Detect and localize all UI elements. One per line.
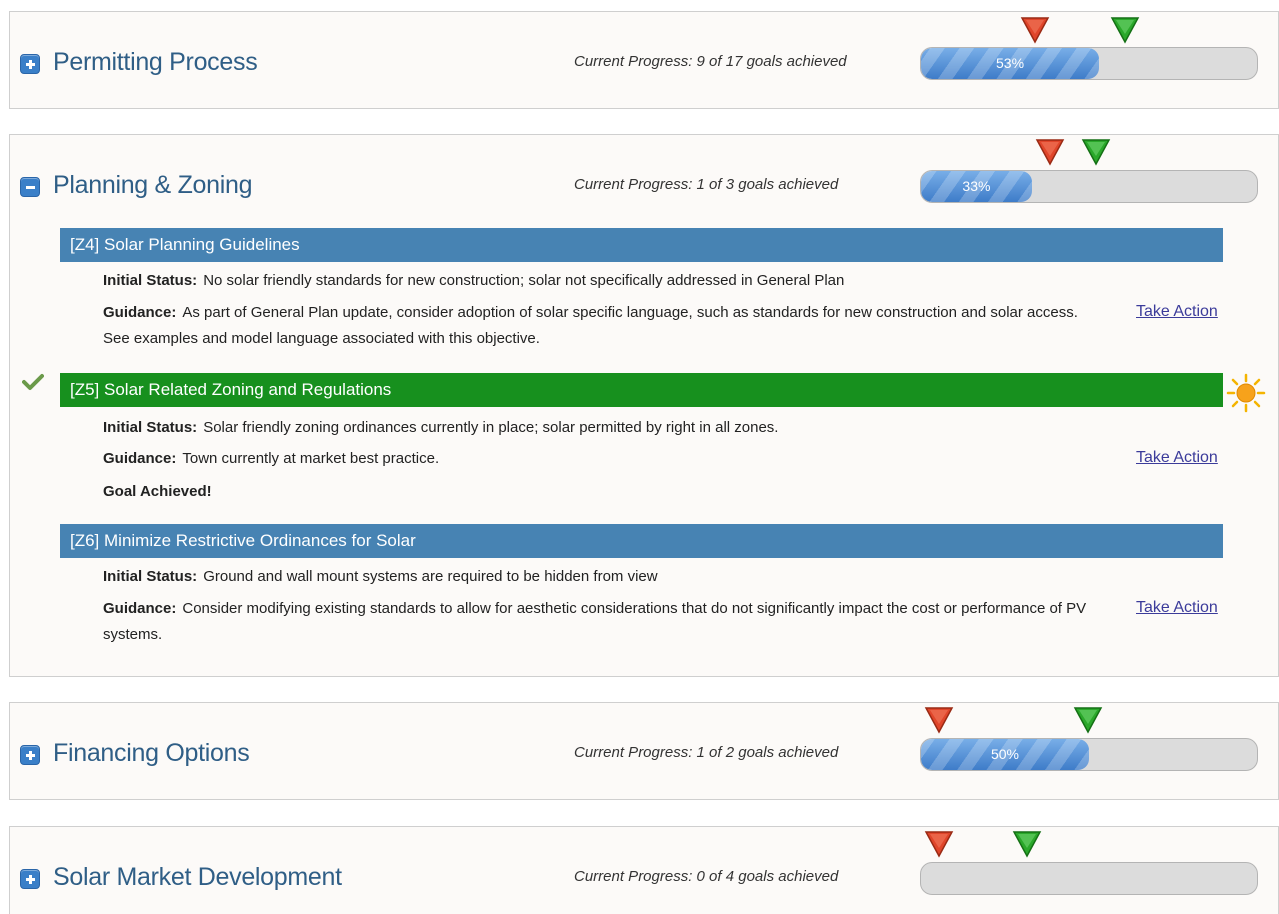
initial-status-text: Ground and wall mount systems are requir… <box>203 568 658 585</box>
initial-status: Initial Status: No solar friendly standar… <box>103 268 1093 294</box>
green-triangle-marker-icon <box>1073 707 1103 734</box>
take-action-link[interactable]: Take Action <box>1136 449 1218 467</box>
section-planning-zoning: Planning & Zoning Current Progress: 1 of… <box>9 134 1279 677</box>
progress-bar: 53% <box>920 47 1258 80</box>
objective-header-z4[interactable]: [Z4] Solar Planning Guidelines <box>60 228 1223 262</box>
green-triangle-marker-icon <box>1012 831 1042 858</box>
initial-status: Initial Status: Solar friendly zoning ord… <box>103 415 1093 441</box>
progress-text: Current Progress: 1 of 2 goals achieved <box>574 744 839 761</box>
section-header[interactable]: Solar Market Development Current Progres… <box>10 827 1278 914</box>
progress-bar: 33% <box>920 170 1258 203</box>
guidance: Guidance: Consider modifying existing sta… <box>103 596 1093 648</box>
section-title[interactable]: Permitting Process <box>53 48 258 77</box>
section-header[interactable]: Financing Options Current Progress: 1 of… <box>10 703 1278 801</box>
section-title[interactable]: Financing Options <box>53 739 250 768</box>
initial-status-label: Initial Status: <box>103 568 198 585</box>
guidance-label: Guidance: <box>103 450 177 467</box>
red-triangle-marker-icon <box>1020 17 1050 44</box>
red-triangle-marker-icon <box>1035 139 1065 166</box>
minus-icon[interactable] <box>20 177 40 197</box>
goal-achieved-text: Goal Achieved! <box>103 483 212 500</box>
guidance-text: As part of General Plan update, consider… <box>103 304 1078 347</box>
guidance-text: Town currently at market best practice. <box>182 450 440 467</box>
section-title[interactable]: Planning & Zoning <box>53 171 253 200</box>
objective-header-z6[interactable]: [Z6] Minimize Restrictive Ordinances for… <box>60 524 1223 558</box>
red-triangle-marker-icon <box>924 831 954 858</box>
plus-icon[interactable] <box>20 745 40 765</box>
progress-text: Current Progress: 0 of 4 goals achieved <box>574 868 839 885</box>
checkmark-icon <box>22 374 44 390</box>
objective-header-z5[interactable]: [Z5] Solar Related Zoning and Regulation… <box>60 373 1223 407</box>
guidance: Guidance: As part of General Plan update,… <box>103 300 1093 352</box>
section-title[interactable]: Solar Market Development <box>53 863 342 892</box>
guidance: Guidance: Town currently at market best p… <box>103 446 1093 472</box>
green-triangle-marker-icon <box>1110 17 1140 44</box>
guidance-label: Guidance: <box>103 600 177 617</box>
progress-percent-label: 53% <box>996 55 1025 71</box>
red-triangle-marker-icon <box>924 707 954 734</box>
section-permitting-process: Permitting Process Current Progress: 9 o… <box>9 11 1279 109</box>
plus-icon[interactable] <box>20 54 40 74</box>
guidance-label: Guidance: <box>103 304 177 321</box>
plus-icon[interactable] <box>20 869 40 889</box>
progress-percent-label: 33% <box>962 178 991 194</box>
initial-status-label: Initial Status: <box>103 419 198 436</box>
initial-status-text: Solar friendly zoning ordinances current… <box>203 419 779 436</box>
guidance-text: Consider modifying existing standards to… <box>103 600 1087 643</box>
sun-icon <box>1226 373 1266 413</box>
initial-status-label: Initial Status: <box>103 272 198 289</box>
take-action-link[interactable]: Take Action <box>1136 599 1218 617</box>
progress-text: Current Progress: 1 of 3 goals achieved <box>574 176 839 193</box>
green-triangle-marker-icon <box>1081 139 1111 166</box>
initial-status-text: No solar friendly standards for new cons… <box>203 272 845 289</box>
take-action-link[interactable]: Take Action <box>1136 303 1218 321</box>
progress-text: Current Progress: 9 of 17 goals achieved <box>574 53 847 70</box>
progress-bar <box>920 862 1258 895</box>
progress-percent-label: 50% <box>990 746 1020 762</box>
initial-status: Initial Status: Ground and wall mount sys… <box>103 564 1093 590</box>
section-financing-options: Financing Options Current Progress: 1 of… <box>9 702 1279 800</box>
section-solar-market-development: Solar Market Development Current Progres… <box>9 826 1279 914</box>
section-header[interactable]: Planning & Zoning Current Progress: 1 of… <box>10 135 1278 233</box>
progress-bar: 50% <box>920 738 1258 771</box>
section-header[interactable]: Permitting Process Current Progress: 9 o… <box>10 12 1278 110</box>
